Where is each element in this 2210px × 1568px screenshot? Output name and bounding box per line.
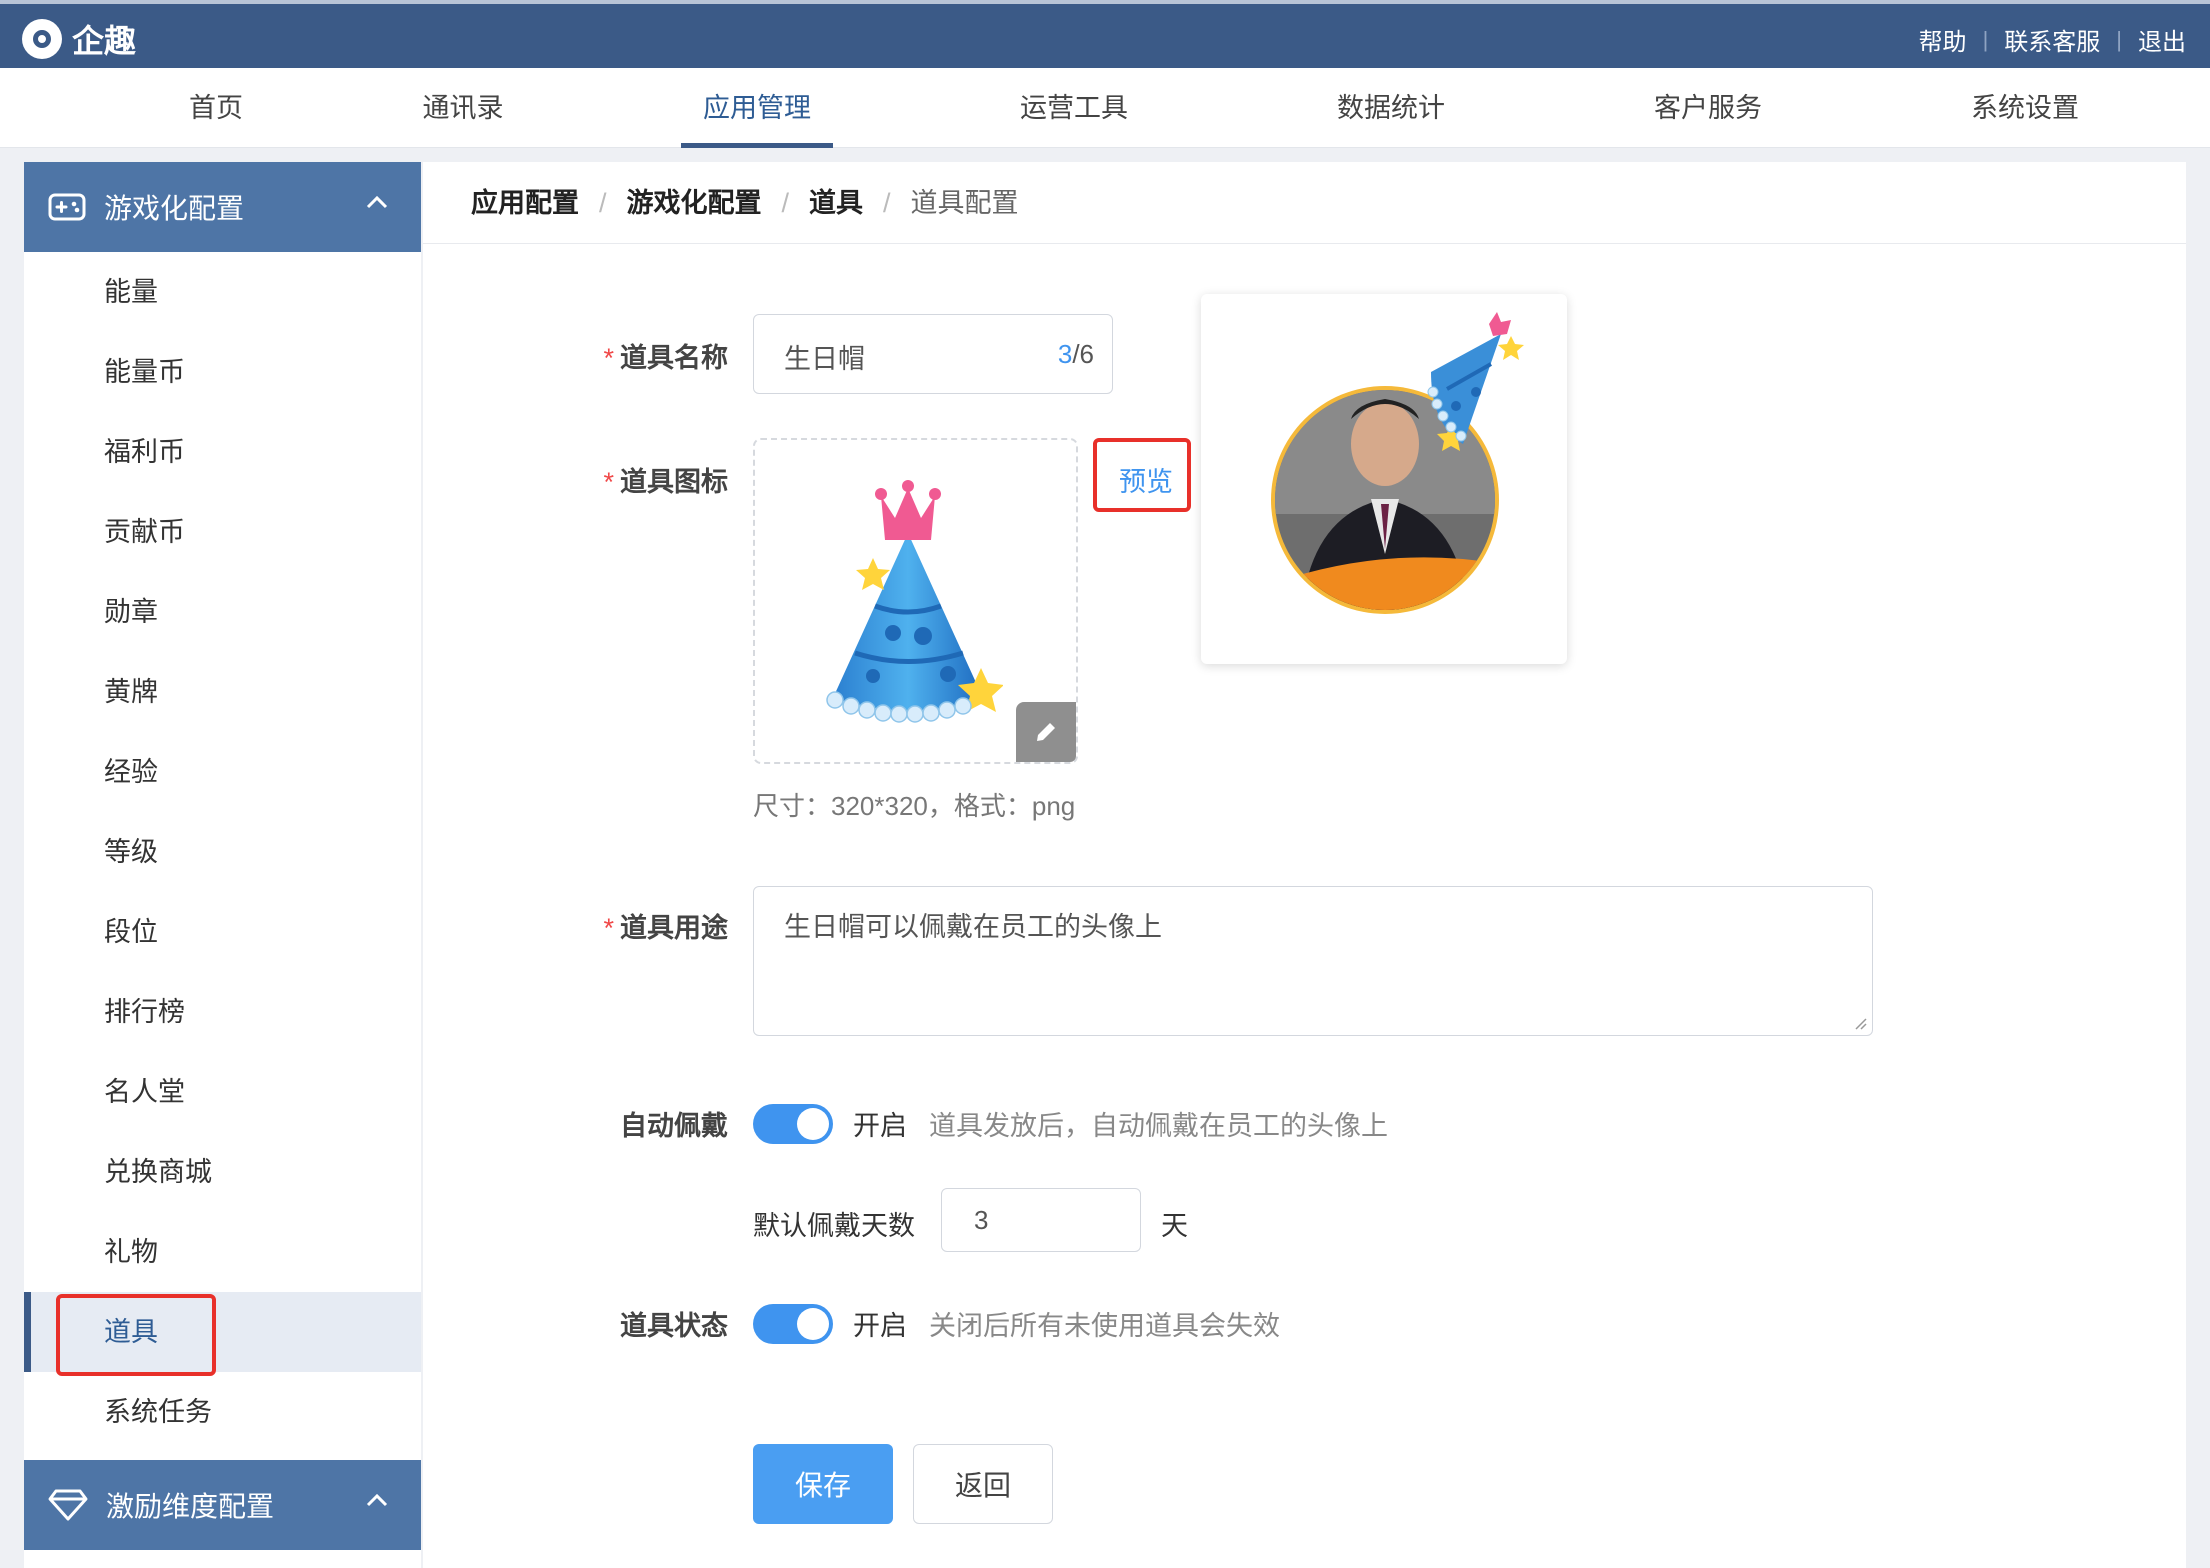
prop-status-state: 开启 <box>853 1311 907 1341</box>
prop-usage-value: 生日帽可以佩戴在员工的头像上 <box>784 912 1162 942</box>
sidebar-item-yellow-card[interactable]: 黄牌 <box>24 652 421 732</box>
sidebar-item-experience[interactable]: 经验 <box>24 732 421 812</box>
sidebar-group-gamification[interactable]: 游戏化配置 <box>24 162 421 252</box>
sidebar-group-title: 游戏化配置 <box>104 193 245 224</box>
sidebar-item-leaderboard[interactable]: 排行榜 <box>24 972 421 1052</box>
char-counter: 3/6 <box>1057 339 1094 369</box>
contact-support-link[interactable]: 联系客服 <box>2004 22 2100 57</box>
sidebar-item-energy[interactable]: 能量 <box>24 252 421 332</box>
default-days-label: 默认佩戴天数 <box>753 1211 915 1241</box>
avatar-with-hat-preview <box>1271 312 1524 614</box>
icon-size-hint: 尺寸：320*320，格式：png <box>753 791 1076 821</box>
logo-icon <box>22 19 62 59</box>
divider: | <box>2116 26 2122 52</box>
default-days-input[interactable]: 3 <box>941 1188 1141 1252</box>
diamond-icon <box>48 1489 88 1521</box>
chevron-up-icon[interactable] <box>365 1492 389 1508</box>
pencil-icon <box>1037 723 1055 741</box>
birthday-hat-icon <box>826 480 1003 723</box>
nav-customer-service[interactable]: 客户服务 <box>1654 68 1762 148</box>
prop-name-input[interactable]: 生日帽 3/6 <box>753 314 1113 394</box>
sidebar-item-system-tasks[interactable]: 系统任务 <box>24 1372 421 1452</box>
back-button[interactable]: 返回 <box>913 1444 1053 1524</box>
prop-name-value: 生日帽 <box>784 344 865 374</box>
sidebar-item-level[interactable]: 等级 <box>24 812 421 892</box>
nav-system-settings[interactable]: 系统设置 <box>1971 68 2079 148</box>
breadcrumb-current: 道具配置 <box>910 188 1019 218</box>
sidebar-item-contribution-coin[interactable]: 贡献币 <box>24 492 421 572</box>
sidebar: 游戏化配置 能量 能量币 福利币 贡献币 勋章 黄牌 经验 等级 段位 排行榜 … <box>24 162 421 1568</box>
sidebar-item-exchange-mall[interactable]: 兑换商城 <box>24 1132 421 1212</box>
preview-link[interactable]: 预览 <box>1119 460 1173 499</box>
icon-upload-area[interactable] <box>753 438 1078 764</box>
logout-link[interactable]: 退出 <box>2138 22 2186 57</box>
prop-usage-label: * 道具用途 <box>603 913 728 943</box>
sidebar-group-title: 激励维度配置 <box>106 1491 275 1522</box>
nav-home[interactable]: 首页 <box>189 68 243 148</box>
sidebar-item-rank[interactable]: 段位 <box>24 892 421 972</box>
sidebar-item-welfare-coin[interactable]: 福利币 <box>24 412 421 492</box>
auto-wear-toggle[interactable] <box>753 1104 833 1144</box>
chevron-up-icon[interactable] <box>365 194 389 210</box>
sidebar-item-hall-of-fame[interactable]: 名人堂 <box>24 1052 421 1132</box>
default-days-value: 3 <box>974 1205 989 1235</box>
prop-status-description: 关闭后所有未使用道具会失效 <box>929 1311 1280 1341</box>
prop-status-label: 道具状态 <box>620 1311 728 1341</box>
nav-contacts[interactable]: 通讯录 <box>423 68 504 148</box>
auto-wear-description: 道具发放后，自动佩戴在员工的头像上 <box>929 1111 1388 1141</box>
sidebar-item-energy-coin[interactable]: 能量币 <box>24 332 421 412</box>
prop-usage-textarea[interactable]: 生日帽可以佩戴在员工的头像上 <box>753 886 1873 1036</box>
nav-data-statistics[interactable]: 数据统计 <box>1337 68 1445 148</box>
prop-icon-label: * 道具图标 <box>603 467 728 497</box>
save-button[interactable]: 保存 <box>753 1444 893 1524</box>
sidebar-item-gift[interactable]: 礼物 <box>24 1212 421 1292</box>
top-links: 帮助 | 联系客服 | 退出 <box>1919 22 2186 57</box>
resize-handle-icon[interactable] <box>1852 1015 1868 1031</box>
breadcrumb-app-config[interactable]: 应用配置 <box>471 188 579 218</box>
main-nav: 首页 通讯录 应用管理 运营工具 数据统计 客户服务 系统设置 <box>0 68 2210 148</box>
main-panel: 应用配置 / 游戏化配置 / 道具 / 道具配置 * 道具名称 生日帽 3/6 * 道具图标 <box>423 162 2186 1568</box>
breadcrumb: 应用配置 / 游戏化配置 / 道具 / 道具配置 <box>423 162 2186 244</box>
edit-icon-button[interactable] <box>1016 702 1076 762</box>
breadcrumb-props[interactable]: 道具 <box>809 188 863 218</box>
default-days-unit: 天 <box>1161 1211 1188 1241</box>
auto-wear-state: 开启 <box>853 1111 907 1141</box>
nav-operation-tools[interactable]: 运营工具 <box>1020 68 1128 148</box>
divider: | <box>1982 26 1989 52</box>
prop-status-toggle[interactable] <box>753 1304 833 1344</box>
app-name: 企趣 <box>72 23 137 59</box>
sidebar-group-incentive[interactable]: 激励维度配置 <box>24 1460 421 1550</box>
avatar-preview-card <box>1201 294 1567 664</box>
top-bar: 企趣 帮助 | 联系客服 | 退出 <box>0 0 2210 68</box>
nav-app-management[interactable]: 应用管理 <box>681 68 833 148</box>
gamepad-icon <box>48 193 86 221</box>
prop-name-label: * 道具名称 <box>603 343 728 373</box>
app-logo[interactable]: 企趣 <box>22 16 136 62</box>
breadcrumb-gamification[interactable]: 游戏化配置 <box>627 188 762 218</box>
help-link[interactable]: 帮助 <box>1919 22 1967 57</box>
auto-wear-label: 自动佩戴 <box>620 1111 728 1141</box>
sidebar-item-medal[interactable]: 勋章 <box>24 572 421 652</box>
sidebar-item-props[interactable]: 道具 <box>24 1292 421 1372</box>
